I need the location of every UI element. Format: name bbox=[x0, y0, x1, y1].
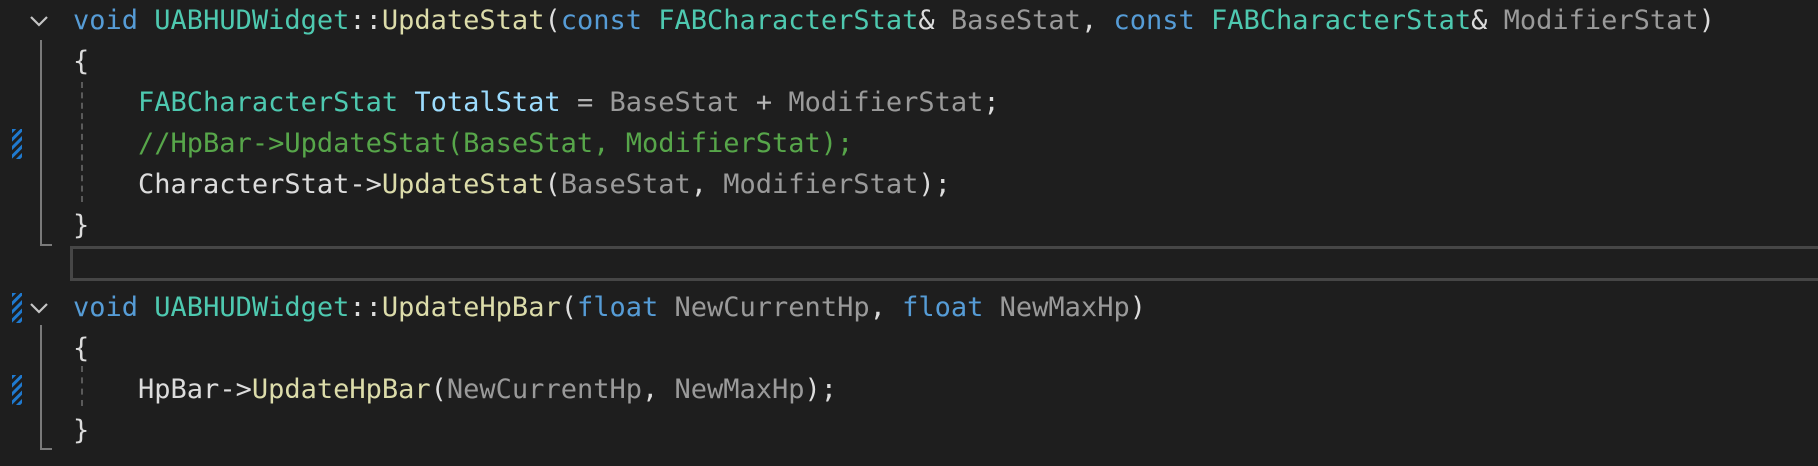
param-token: ModifierStat bbox=[788, 87, 984, 118]
code-text[interactable]: HpBar->UpdateHpBar(NewCurrentHp, NewMaxH… bbox=[73, 371, 837, 408]
type-token: FABCharacterStat bbox=[1211, 5, 1472, 36]
member-token: CharacterStat bbox=[138, 169, 350, 200]
member-token: HpBar bbox=[138, 374, 220, 405]
function-token: UpdateStat bbox=[381, 169, 545, 200]
param-token: NewMaxHp bbox=[999, 292, 1130, 323]
indent-token bbox=[73, 128, 138, 159]
code-text[interactable]: CharacterStat->UpdateStat(BaseStat, Modi… bbox=[73, 166, 951, 203]
change-marker-icon bbox=[12, 375, 22, 405]
operator-token: + bbox=[755, 87, 773, 118]
code-line[interactable]: } bbox=[0, 205, 1818, 246]
function-token: UpdateStat bbox=[381, 5, 545, 36]
code-text[interactable]: } bbox=[73, 207, 89, 244]
type-token: FABCharacterStat bbox=[658, 5, 919, 36]
param-token: BaseStat bbox=[950, 5, 1081, 36]
code-text[interactable]: } bbox=[73, 412, 89, 449]
keyword-token: const bbox=[1113, 5, 1195, 36]
brace-token: { bbox=[73, 46, 90, 77]
code-text[interactable]: { bbox=[73, 43, 89, 80]
param-token: ModifierStat bbox=[1503, 5, 1699, 36]
code-line[interactable]: CharacterStat->UpdateStat(BaseStat, Modi… bbox=[0, 164, 1818, 205]
keyword-token: float bbox=[902, 292, 984, 323]
scope-operator-token: :: bbox=[349, 292, 382, 323]
punct-token: , bbox=[1080, 5, 1114, 36]
param-token: BaseStat bbox=[609, 87, 740, 118]
punct-token: ( bbox=[430, 374, 447, 405]
code-text[interactable]: void UABHUDWidget::UpdateHpBar(float New… bbox=[73, 289, 1146, 326]
scope-operator-token: :: bbox=[349, 5, 382, 36]
operator-token: -> bbox=[349, 169, 382, 200]
punct-token: ( bbox=[544, 169, 561, 200]
chevron-down-icon[interactable] bbox=[26, 8, 52, 34]
punct-token: ( bbox=[544, 5, 561, 36]
code-text[interactable]: FABCharacterStat TotalStat = BaseStat + … bbox=[73, 84, 1000, 121]
punct-token: ; bbox=[983, 87, 1000, 118]
keyword-token: const bbox=[560, 5, 642, 36]
param-token: NewMaxHp bbox=[674, 374, 805, 405]
type-token: FABCharacterStat bbox=[138, 87, 399, 118]
punct-token: , bbox=[869, 292, 903, 323]
code-line[interactable]: FABCharacterStat TotalStat = BaseStat + … bbox=[0, 82, 1818, 123]
code-text[interactable]: void UABHUDWidget::UpdateStat(const FABC… bbox=[73, 2, 1715, 39]
param-token: ModifierStat bbox=[723, 169, 919, 200]
code-line[interactable]: void UABHUDWidget::UpdateHpBar(float New… bbox=[0, 287, 1818, 328]
code-line[interactable]: void UABHUDWidget::UpdateStat(const FABC… bbox=[0, 0, 1818, 41]
function-token: UpdateHpBar bbox=[251, 374, 431, 405]
brace-token: { bbox=[73, 333, 90, 364]
brace-token: } bbox=[73, 415, 90, 446]
indent-token bbox=[73, 87, 138, 118]
function-token: UpdateHpBar bbox=[381, 292, 561, 323]
class-token: UABHUDWidget bbox=[154, 292, 350, 323]
keyword-token: void bbox=[73, 5, 139, 36]
operator-token: -> bbox=[219, 374, 252, 405]
punct-token: ); bbox=[918, 169, 951, 200]
indent-token bbox=[73, 374, 138, 405]
punct-token: ) bbox=[1698, 5, 1715, 36]
punct-token: , bbox=[641, 374, 675, 405]
comment-token: //HpBar->UpdateStat(BaseStat, ModifierSt… bbox=[138, 128, 854, 159]
change-marker-icon bbox=[12, 293, 22, 323]
variable-token: TotalStat bbox=[414, 87, 561, 118]
code-line[interactable]: { bbox=[0, 328, 1818, 369]
keyword-token: float bbox=[576, 292, 659, 323]
keyword-token: void bbox=[73, 292, 139, 323]
punct-token: ); bbox=[804, 374, 838, 405]
param-token: NewCurrentHp bbox=[446, 374, 642, 405]
code-text[interactable]: { bbox=[73, 330, 89, 367]
punct-token: ) bbox=[1129, 292, 1146, 323]
brace-token: } bbox=[73, 210, 90, 241]
punct-token: & bbox=[1471, 5, 1488, 36]
code-line[interactable]: { bbox=[0, 41, 1818, 82]
param-token: NewCurrentHp bbox=[674, 292, 870, 323]
code-text[interactable]: //HpBar->UpdateStat(BaseStat, ModifierSt… bbox=[73, 125, 853, 162]
param-token: BaseStat bbox=[560, 169, 691, 200]
code-line-current[interactable] bbox=[0, 246, 1818, 287]
punct-token: ( bbox=[560, 292, 577, 323]
indent-token bbox=[73, 169, 138, 200]
operator-token: = bbox=[576, 87, 594, 118]
chevron-down-icon[interactable] bbox=[26, 295, 52, 321]
change-marker-icon bbox=[12, 129, 22, 159]
code-line[interactable]: HpBar->UpdateHpBar(NewCurrentHp, NewMaxH… bbox=[0, 369, 1818, 410]
code-line[interactable]: //HpBar->UpdateStat(BaseStat, ModifierSt… bbox=[0, 123, 1818, 164]
code-line[interactable]: } bbox=[0, 410, 1818, 451]
punct-token: & bbox=[918, 5, 935, 36]
class-token: UABHUDWidget bbox=[154, 5, 350, 36]
punct-token: , bbox=[690, 169, 724, 200]
